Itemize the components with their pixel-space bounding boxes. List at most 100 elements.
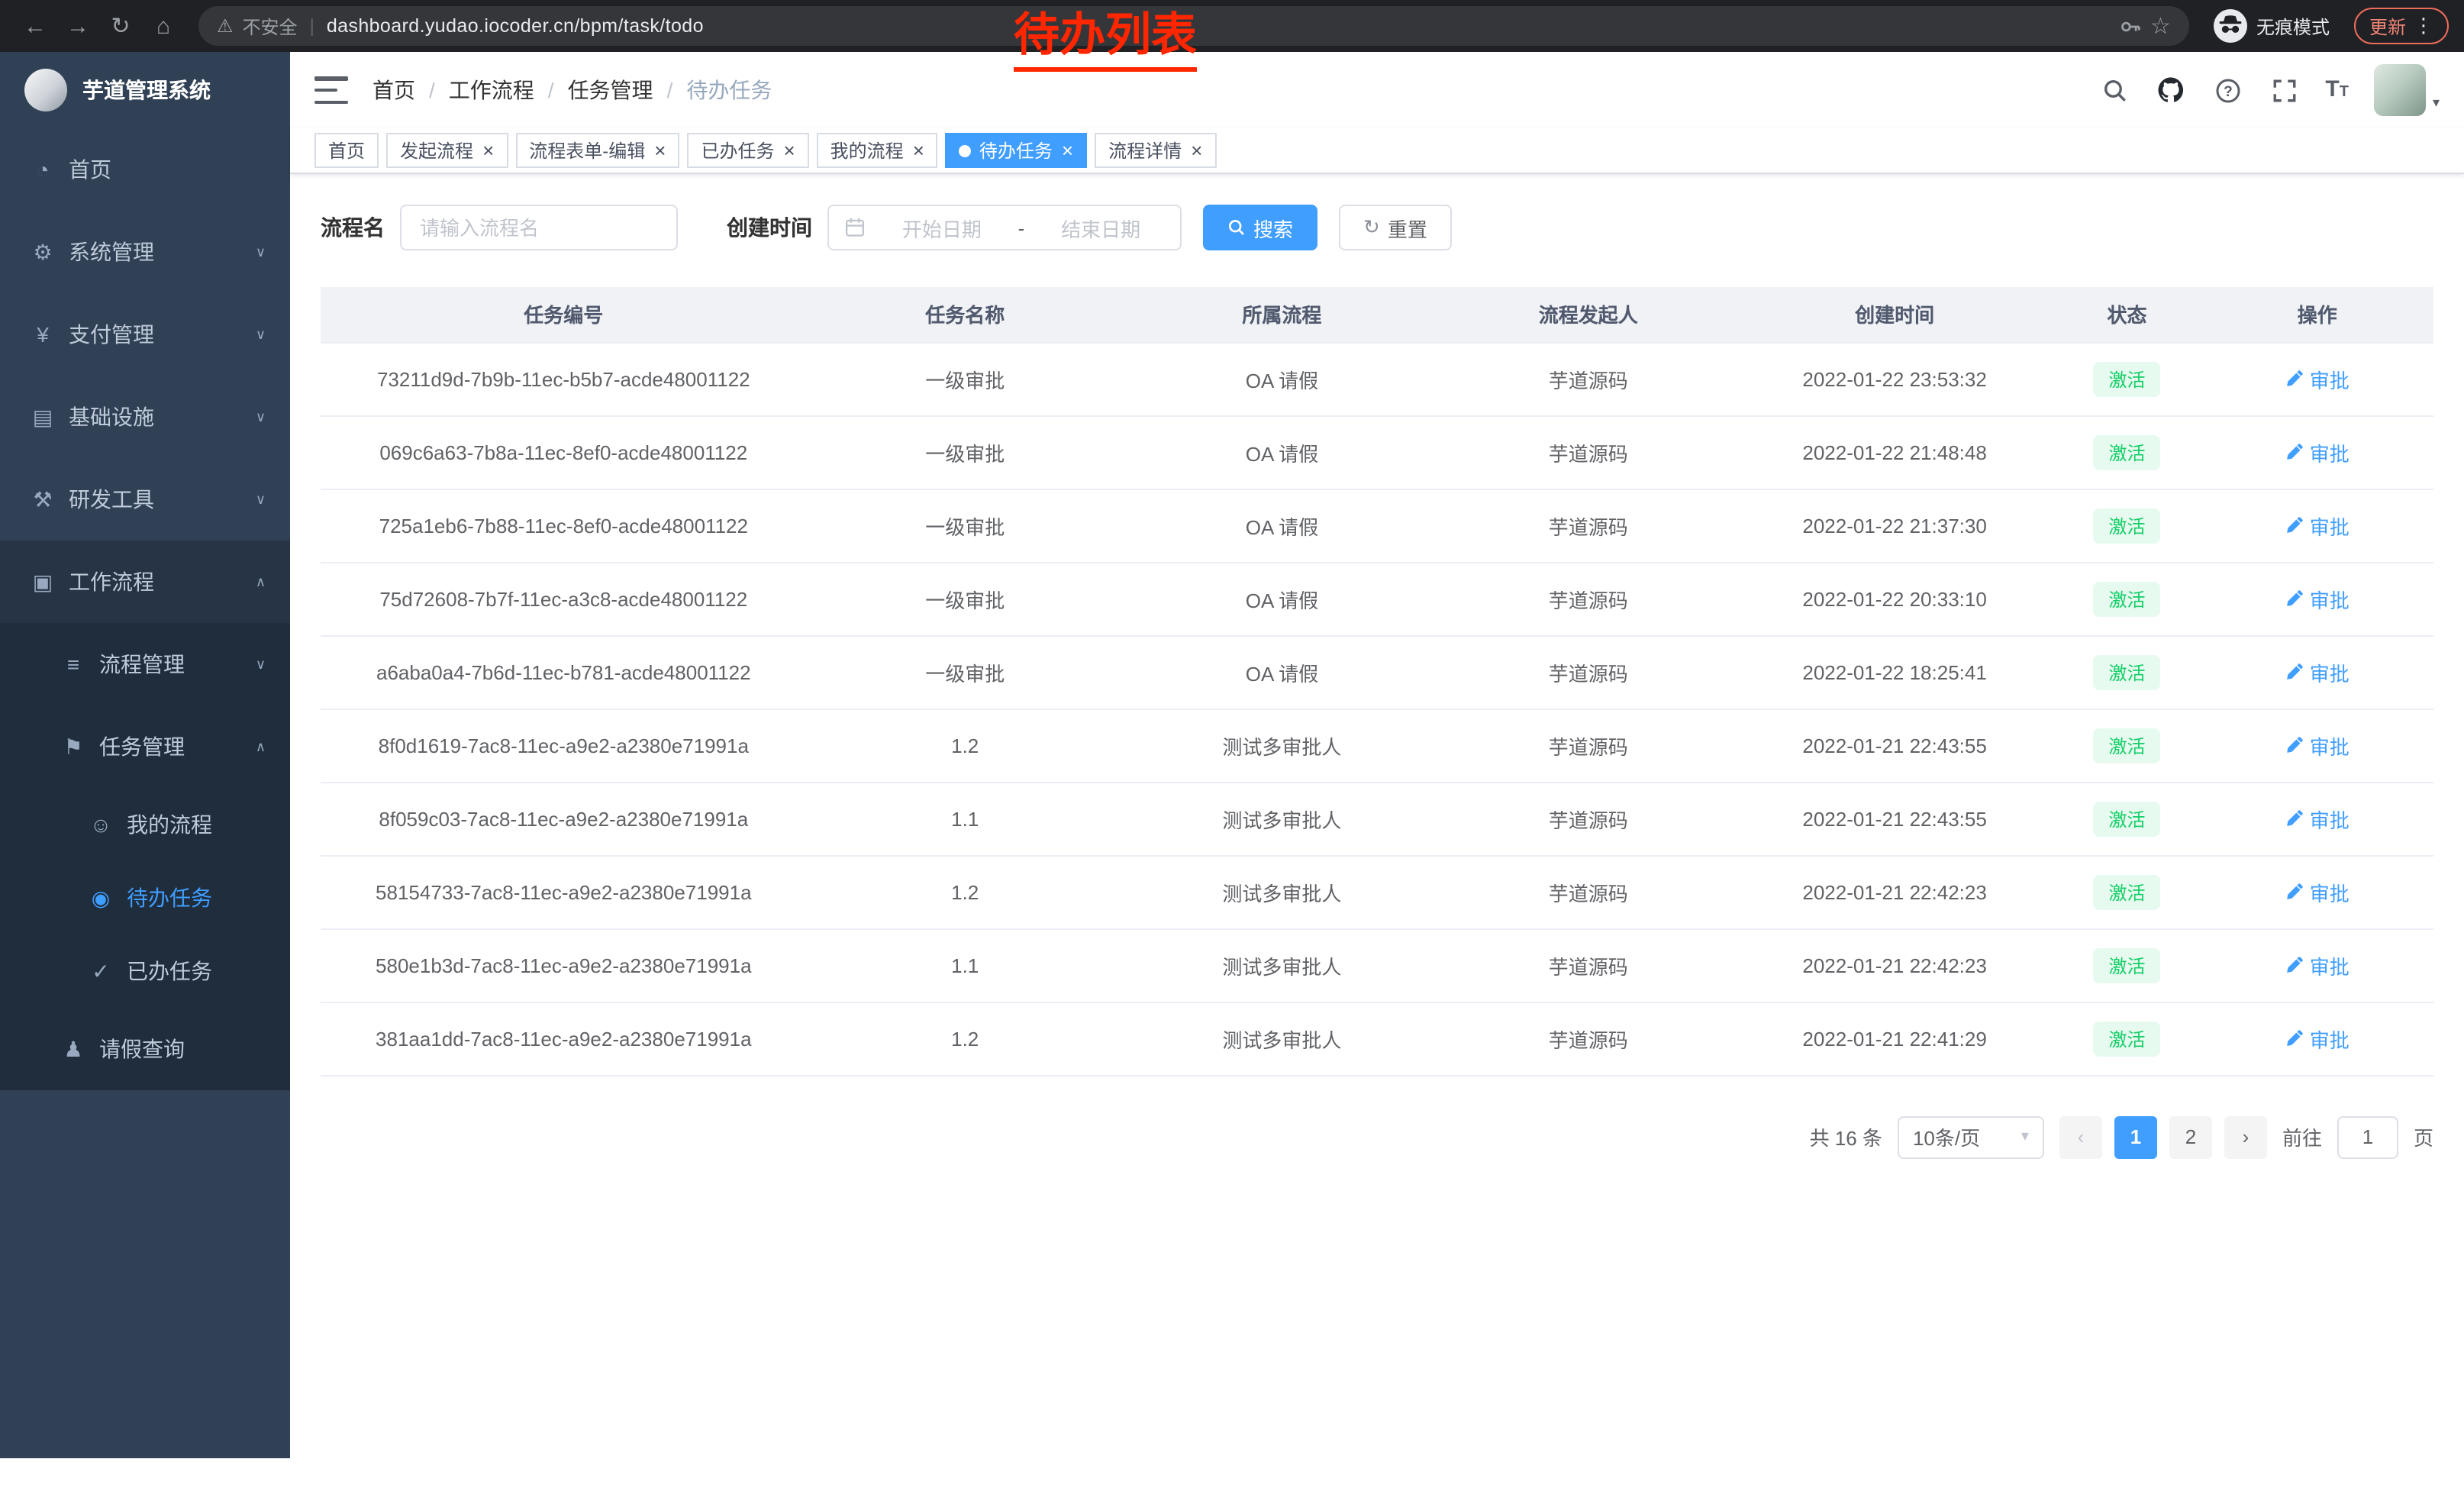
status-cell: 激活 bbox=[2053, 782, 2201, 855]
process-name-input[interactable] bbox=[400, 205, 678, 250]
sidebar-item-todo-tasks[interactable]: ◉待办任务 bbox=[0, 861, 290, 934]
sidebar-item-home[interactable]: ◔首页 bbox=[0, 128, 290, 211]
approve-label: 审批 bbox=[2310, 437, 2350, 466]
browser-home-icon[interactable]: ⌂ bbox=[144, 6, 183, 46]
sidebar-toggle-icon[interactable] bbox=[314, 76, 348, 104]
dashboard-icon: ◔ bbox=[31, 157, 55, 182]
caret-down-icon: ▾ bbox=[2021, 1128, 2029, 1145]
sidebar-item-payment[interactable]: ¥支付管理∨ bbox=[0, 293, 290, 376]
approve-link[interactable]: 审批 bbox=[2285, 657, 2350, 686]
font-size-icon[interactable]: TT bbox=[2325, 76, 2349, 104]
breadcrumb-task-mgmt[interactable]: 任务管理 bbox=[568, 75, 653, 105]
refresh-icon: ↻ bbox=[1363, 215, 1380, 240]
tab-label: 流程详情 bbox=[1108, 137, 1182, 163]
sidebar-item-leave-query[interactable]: ♟请假查询 bbox=[0, 1008, 290, 1090]
action-cell: 审批 bbox=[2201, 562, 2433, 635]
created-time-cell: 2022-01-21 22:43:55 bbox=[1737, 709, 2053, 782]
tab-form-edit[interactable]: 流程表单-编辑 × bbox=[515, 133, 679, 168]
sidebar: 芋道管理系统 ◔首页⚙系统管理∨¥支付管理∨▤基础设施∨⚒研发工具∨▣工作流程∧… bbox=[0, 52, 290, 1458]
approve-link[interactable]: 审批 bbox=[2285, 364, 2350, 393]
tab-label: 流程表单-编辑 bbox=[529, 137, 645, 163]
approve-link[interactable]: 审批 bbox=[2285, 437, 2350, 466]
breadcrumb-separator: / bbox=[429, 78, 435, 102]
close-icon[interactable]: × bbox=[654, 140, 666, 160]
pager: ‹ 12 › bbox=[2059, 1115, 2267, 1158]
close-icon[interactable]: × bbox=[1191, 140, 1202, 160]
breadcrumb-workflow[interactable]: 工作流程 bbox=[449, 75, 534, 105]
search-icon[interactable] bbox=[2099, 75, 2130, 105]
sidebar-item-done-tasks[interactable]: ✓已办任务 bbox=[0, 934, 290, 1008]
approve-link[interactable]: 审批 bbox=[2285, 584, 2350, 613]
sidebar-item-infrastructure[interactable]: ▤基础设施∨ bbox=[0, 376, 290, 458]
tab-todo-tasks[interactable]: 待办任务× bbox=[946, 133, 1087, 168]
close-icon[interactable]: × bbox=[482, 140, 494, 160]
user-avatar-menu[interactable]: ▾ bbox=[2375, 64, 2440, 116]
date-range-picker[interactable]: 开始日期 - 结束日期 bbox=[827, 205, 1182, 250]
page-button-1[interactable]: 1 bbox=[2114, 1115, 2157, 1158]
tab-done-tasks[interactable]: 已办任务× bbox=[687, 133, 808, 168]
gear-icon: ⚙ bbox=[31, 239, 55, 265]
help-icon[interactable]: ? bbox=[2212, 75, 2243, 105]
tab-my-process[interactable]: 我的流程× bbox=[817, 133, 938, 168]
sidebar-item-my-process[interactable]: ☺我的流程 bbox=[0, 788, 290, 861]
task-id-cell: 580e1b3d-7ac8-11ec-a9e2-a2380e71991a bbox=[321, 928, 807, 1002]
sidebar-item-workflow[interactable]: ▣工作流程∧ bbox=[0, 541, 290, 623]
edit-icon bbox=[2285, 443, 2304, 461]
bookmark-star-icon[interactable]: ☆ bbox=[2150, 12, 2171, 40]
starter-cell: 芋道源码 bbox=[1440, 635, 1737, 709]
sidebar-item-dev-tools[interactable]: ⚒研发工具∨ bbox=[0, 458, 290, 541]
approve-link[interactable]: 审批 bbox=[2285, 731, 2350, 760]
sidebar-item-task-mgmt[interactable]: ⚑任务管理∧ bbox=[0, 705, 290, 788]
next-page-button[interactable]: › bbox=[2224, 1115, 2267, 1158]
sidebar-item-label: 系统管理 bbox=[69, 237, 154, 267]
table-row: 069c6a63-7b8a-11ec-8ef0-acde48001122一级审批… bbox=[321, 415, 2433, 489]
action-cell: 审批 bbox=[2201, 782, 2433, 855]
approve-link[interactable]: 审批 bbox=[2285, 804, 2350, 833]
close-icon[interactable]: × bbox=[783, 140, 795, 160]
approve-link[interactable]: 审批 bbox=[2285, 877, 2350, 906]
search-button[interactable]: 搜索 bbox=[1203, 205, 1317, 250]
close-icon[interactable]: × bbox=[1062, 140, 1073, 160]
incognito-profile-chip[interactable]: 无痕模式 bbox=[2214, 9, 2330, 43]
page-size-select[interactable]: 10条/页 ▾ bbox=[1898, 1115, 2044, 1158]
tab-create-process[interactable]: 发起流程× bbox=[386, 133, 508, 168]
chevron-up-icon: ∧ bbox=[256, 573, 266, 590]
approve-link[interactable]: 审批 bbox=[2285, 511, 2350, 540]
tab-label: 首页 bbox=[328, 137, 365, 163]
status-badge: 激活 bbox=[2094, 434, 2161, 470]
approve-link[interactable]: 审批 bbox=[2285, 951, 2350, 980]
close-icon[interactable]: × bbox=[913, 140, 924, 160]
task-table: 任务编号任务名称所属流程流程发起人创建时间状态操作 73211d9d-7b9b-… bbox=[321, 287, 2433, 1076]
process-cell: 测试多审批人 bbox=[1124, 782, 1440, 855]
prev-page-button[interactable]: ‹ bbox=[2059, 1115, 2102, 1158]
sidebar-item-process-mgmt[interactable]: ≡流程管理∨ bbox=[0, 623, 290, 705]
end-date-input[interactable]: 结束日期 bbox=[1037, 213, 1165, 242]
sidebar-item-label: 待办任务 bbox=[127, 883, 212, 913]
approve-link[interactable]: 审批 bbox=[2285, 1024, 2350, 1053]
start-date-input[interactable]: 开始日期 bbox=[878, 213, 1006, 242]
logo[interactable]: 芋道管理系统 bbox=[0, 52, 290, 128]
page-button-2[interactable]: 2 bbox=[2169, 1115, 2212, 1158]
approve-label: 审批 bbox=[2310, 804, 2350, 833]
browser-back-icon[interactable]: ← bbox=[15, 6, 55, 46]
tab-process-detail[interactable]: 流程详情 × bbox=[1095, 133, 1216, 168]
action-cell: 审批 bbox=[2201, 489, 2433, 562]
starter-cell: 芋道源码 bbox=[1440, 855, 1737, 928]
browser-menu-icon[interactable]: ⋮ bbox=[2414, 14, 2433, 38]
key-icon[interactable] bbox=[2118, 15, 2141, 37]
browser-forward-icon[interactable]: → bbox=[58, 6, 98, 46]
breadcrumb-home[interactable]: 首页 bbox=[373, 75, 415, 105]
github-icon[interactable] bbox=[2156, 75, 2186, 105]
table-row: 580e1b3d-7ac8-11ec-a9e2-a2380e71991a1.1测… bbox=[321, 928, 2433, 1002]
reset-button[interactable]: ↻ 重置 bbox=[1339, 205, 1452, 250]
incognito-icon bbox=[2214, 9, 2247, 43]
goto-page-input[interactable] bbox=[2337, 1115, 2398, 1158]
browser-reload-icon[interactable]: ↻ bbox=[101, 6, 140, 46]
browser-update-button[interactable]: 更新 ⋮ bbox=[2354, 8, 2449, 44]
tab-home[interactable]: 首页 bbox=[314, 133, 379, 168]
fullscreen-icon[interactable] bbox=[2269, 75, 2299, 105]
created-time-cell: 2022-01-21 22:41:29 bbox=[1737, 1002, 2053, 1075]
sidebar-item-system[interactable]: ⚙系统管理∨ bbox=[0, 211, 290, 293]
sidebar-item-label: 请假查询 bbox=[99, 1034, 185, 1064]
goto-suffix-label: 页 bbox=[2414, 1122, 2433, 1151]
